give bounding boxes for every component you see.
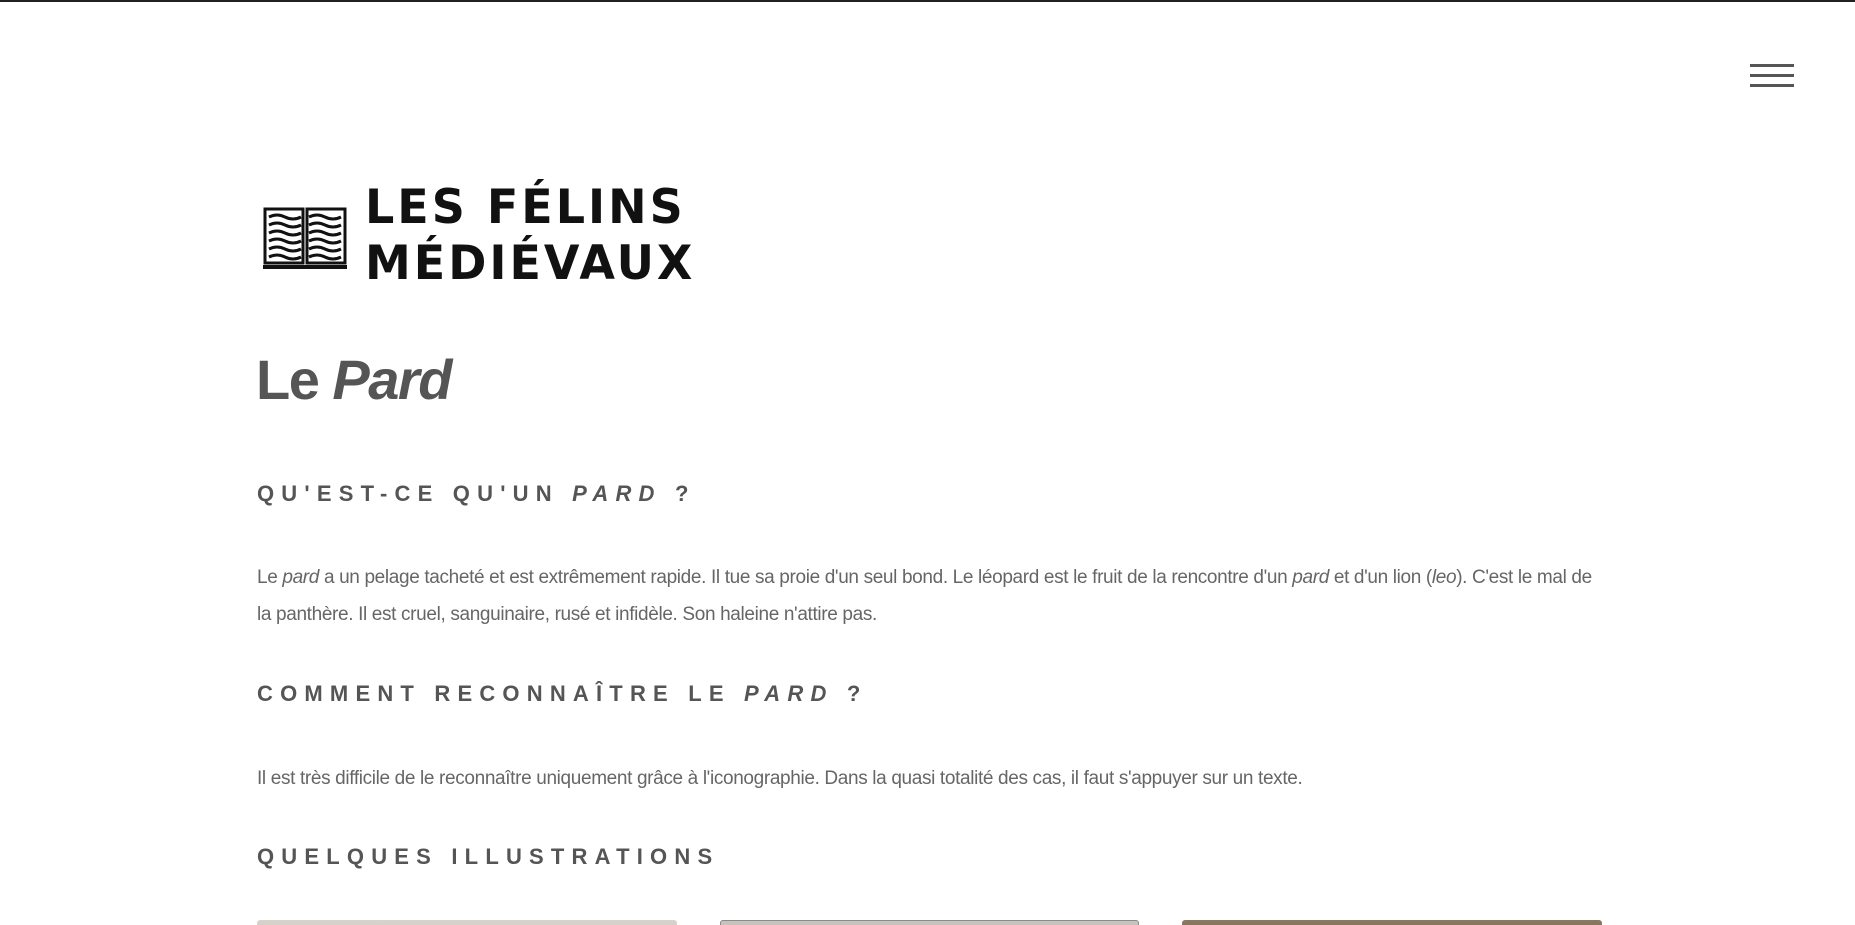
section-heading-what-is: QU'EST-CE QU'UN PARD ? <box>257 479 696 509</box>
illustration-gallery <box>257 920 1603 925</box>
section-heading-recognize: COMMENT RECONNAÎTRE LE PARD ? <box>257 679 868 709</box>
menu-bar <box>1750 64 1794 67</box>
heading-emphasis: PARD <box>744 681 834 706</box>
site-title-line-2: MÉDIÉVAUX <box>365 235 696 291</box>
site-title: LES FÉLINS MÉDIÉVAUX <box>365 179 695 291</box>
page-title: Le Pard <box>256 345 452 415</box>
paragraph-emphasis: leo <box>1431 567 1457 588</box>
paragraph-text: et d'un lion ( <box>1328 567 1432 588</box>
menu-bar <box>1750 84 1794 87</box>
heading-suffix: ? <box>846 681 868 706</box>
section-heading-illustrations: QUELQUES ILLUSTRATIONS <box>257 844 720 869</box>
illustration-thumbnail[interactable] <box>1182 920 1603 925</box>
section-paragraph-what-is: Le pard a un pelage tacheté et est extrê… <box>257 559 1602 633</box>
section-paragraph-recognize: Il est très difficile de le reconnaître … <box>257 768 1303 789</box>
site-logo-link[interactable]: LES FÉLINS MÉDIÉVAUX <box>263 179 695 291</box>
site-title-line-1: LES FÉLINS <box>365 178 686 234</box>
page-title-emphasis: Pard <box>332 348 452 411</box>
heading-text: QU'EST-CE QU'UN <box>257 481 559 506</box>
paragraph-emphasis: pard <box>282 567 320 588</box>
paragraph-text: Le <box>257 567 283 588</box>
page-title-prefix: Le <box>256 348 320 411</box>
paragraph-text: a un pelage tacheté et est extrêmement r… <box>319 567 1293 588</box>
hamburger-menu-icon[interactable] <box>1750 62 1794 90</box>
illustration-thumbnail[interactable] <box>719 920 1140 925</box>
illustration-thumbnail[interactable] <box>257 920 677 925</box>
open-book-icon <box>263 207 347 269</box>
paragraph-emphasis: pard <box>1292 567 1329 588</box>
menu-bar <box>1750 74 1794 77</box>
heading-emphasis: PARD <box>572 481 662 506</box>
heading-text: COMMENT RECONNAÎTRE LE <box>257 681 731 706</box>
heading-suffix: ? <box>674 481 696 506</box>
